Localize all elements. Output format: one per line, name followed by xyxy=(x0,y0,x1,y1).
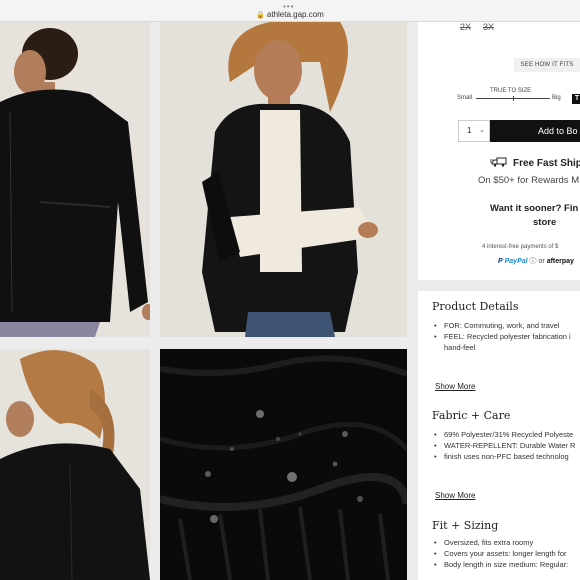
free-shipping-title: Free Fast Ship xyxy=(513,158,580,169)
buy-box: 2X 3X SEE HOW IT FITS TRUE TO SIZE Small … xyxy=(418,22,580,280)
pickup-heading-line1[interactable]: Want it sooner? Fin xyxy=(490,203,578,214)
product-details-list: FOR: Commuting, work, and travel FEEL: R… xyxy=(432,321,580,354)
fit-info-badge[interactable]: T xyxy=(572,94,580,104)
list-item: WATER-REPELLENT: Durable Water R xyxy=(432,441,580,451)
list-item: FEEL: Recycled polyester fabrication i xyxy=(432,332,580,342)
product-photo-fabric-closeup[interactable] xyxy=(160,349,407,580)
fit-sizing-title: Fit + Sizing xyxy=(432,519,499,532)
shipping-truck-icon xyxy=(490,157,507,167)
list-item: Covers your assets: longer length for xyxy=(432,549,580,559)
add-to-bag-button[interactable]: Add to Bo xyxy=(490,120,580,142)
paypal-logo-p: P xyxy=(498,258,503,265)
or-text: or xyxy=(538,258,545,265)
product-details-title: Product Details xyxy=(432,300,519,313)
free-shipping-subtitle: On $50+ for Rewards M xyxy=(478,175,580,186)
quantity-select[interactable]: 1 ⌄ xyxy=(458,120,490,142)
fit-scale-title: TRUE TO SIZE xyxy=(490,88,532,94)
fit-scale-small-label: Small xyxy=(457,95,473,101)
afterpay-logo[interactable]: afterpay xyxy=(547,258,574,265)
list-item: 69% Polyester/31% Recycled Polyeste xyxy=(432,430,580,440)
size-option-2x[interactable]: 2X xyxy=(460,22,471,32)
payment-logos: P PayPal ⓘ or afterpay xyxy=(498,256,574,266)
list-item: FOR: Commuting, work, and travel xyxy=(432,321,580,331)
photo-fabric-closeup-illustration xyxy=(160,349,407,580)
photo-front-open-illustration xyxy=(160,22,407,337)
product-details-section: Product Details FOR: Commuting, work, an… xyxy=(418,291,580,403)
list-item: Oversized, fits extra roomy xyxy=(432,538,580,548)
photo-back-illustration xyxy=(0,349,150,580)
see-how-it-fits-button[interactable]: SEE HOW IT FITS xyxy=(514,58,580,72)
quantity-value: 1 xyxy=(467,126,472,135)
chevron-down-icon: ⌄ xyxy=(479,127,485,134)
paypal-logo[interactable]: PayPal xyxy=(505,258,528,265)
fit-scale-big-label: Big xyxy=(552,95,561,101)
unavailable-sizes: 2X 3X xyxy=(460,22,506,32)
photo-front-left-illustration xyxy=(0,22,150,337)
fabric-care-title: Fabric + Care xyxy=(432,409,511,422)
fabric-care-show-more[interactable]: Show More xyxy=(435,491,475,500)
product-details-show-more[interactable]: Show More xyxy=(435,382,475,391)
list-item: hand-feel xyxy=(444,343,476,352)
installments-text: 4 interest-free payments of $ xyxy=(482,244,559,250)
fabric-care-list: 69% Polyester/31% Recycled Polyeste WATE… xyxy=(432,430,580,463)
lock-icon: 🔒 xyxy=(256,12,265,19)
fit-scale-bar xyxy=(476,96,550,101)
fit-sizing-list: Oversized, fits extra roomy Covers your … xyxy=(432,538,580,571)
pickup-heading-line2[interactable]: store xyxy=(533,217,556,228)
info-icon[interactable]: ⓘ xyxy=(530,258,537,265)
product-photo-back[interactable] xyxy=(0,349,150,580)
size-option-3x[interactable]: 3X xyxy=(483,22,494,32)
product-info-panel: 2X 3X SEE HOW IT FITS TRUE TO SIZE Small … xyxy=(418,22,580,580)
fit-sizing-section: Fit + Sizing Oversized, fits extra roomy… xyxy=(418,510,580,580)
product-photo-front-open[interactable] xyxy=(160,22,407,337)
fit-scale-marker xyxy=(513,96,514,101)
browser-top-bar: ••• 🔒 athleta.gap.com xyxy=(0,0,580,22)
free-shipping-heading: Free Fast Ship xyxy=(490,157,580,169)
fabric-care-section: Fabric + Care 69% Polyester/31% Recycled… xyxy=(418,400,580,510)
url-text: athleta.gap.com xyxy=(266,10,324,19)
list-item: finish uses non-PFC based technolog xyxy=(432,452,580,462)
product-photo-front-left[interactable] xyxy=(0,22,150,337)
address-bar[interactable]: 🔒 athleta.gap.com xyxy=(0,10,580,19)
list-item: Body length in size medium: Regular: xyxy=(432,560,580,570)
